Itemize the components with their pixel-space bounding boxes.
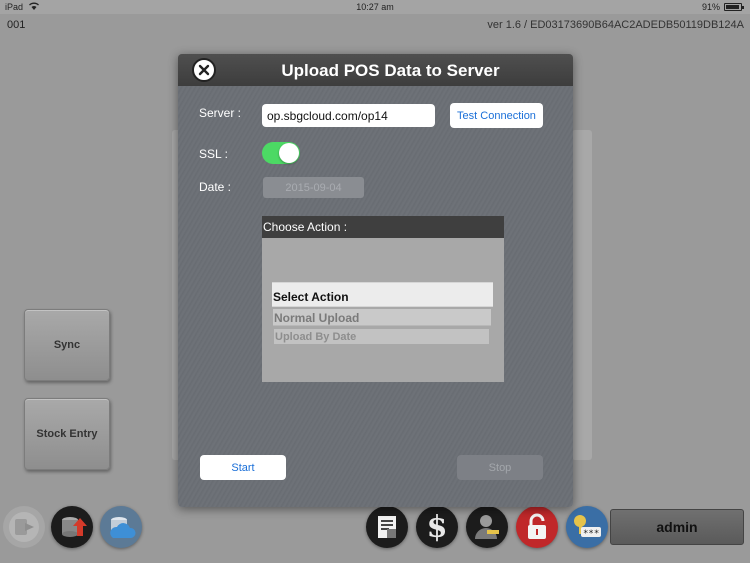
status-bar: iPad 10:27 am 91% bbox=[0, 0, 750, 14]
battery-percent: 91% bbox=[701, 2, 720, 12]
choose-action-label: Choose Action : bbox=[262, 216, 504, 238]
ssl-toggle[interactable] bbox=[262, 142, 300, 164]
picker-option-upload-by-date[interactable]: Upload By Date bbox=[274, 329, 489, 344]
close-icon bbox=[198, 64, 210, 76]
version-info: ver 1.6 / ED03173690B64AC2ADEDB50119DB12… bbox=[487, 19, 744, 31]
clock: 10:27 am bbox=[356, 2, 394, 12]
dollar-icon[interactable]: $ bbox=[416, 506, 458, 548]
test-connection-label: Test Connection bbox=[457, 109, 536, 122]
start-button-label: Start bbox=[231, 461, 255, 474]
upload-pos-data-dialog: Upload POS Data to Server Server : Test … bbox=[178, 54, 573, 507]
dialog-header: Upload POS Data to Server bbox=[178, 54, 573, 86]
sync-button[interactable]: Sync bbox=[24, 309, 110, 381]
date-value: 2015-09-04 bbox=[285, 181, 342, 194]
cloud-database-icon[interactable] bbox=[100, 506, 142, 548]
password-key-icon[interactable]: *** bbox=[566, 506, 608, 548]
stop-button-label: Stop bbox=[488, 461, 512, 474]
background-panel-right bbox=[572, 130, 592, 460]
report-icon[interactable] bbox=[366, 506, 408, 548]
user-name: admin bbox=[656, 519, 698, 535]
dialog-title: Upload POS Data to Server bbox=[281, 61, 500, 80]
stock-entry-button-label: Stock Entry bbox=[36, 428, 98, 440]
ssl-label: SSL : bbox=[199, 147, 228, 161]
user-key-icon[interactable] bbox=[466, 506, 508, 548]
terminal-id: 001 bbox=[7, 19, 26, 31]
stop-button[interactable]: Stop bbox=[457, 455, 543, 480]
picker-option-label: Normal Upload bbox=[274, 311, 360, 325]
svg-text:***: *** bbox=[583, 529, 599, 539]
server-input[interactable] bbox=[262, 104, 435, 127]
close-button[interactable] bbox=[192, 58, 216, 82]
start-button[interactable]: Start bbox=[200, 455, 286, 480]
picker-option-label: Select Action bbox=[273, 290, 349, 304]
picker-option-label: Upload By Date bbox=[275, 331, 357, 343]
picker-option-normal-upload[interactable]: Normal Upload bbox=[273, 309, 491, 326]
logged-in-user: admin bbox=[610, 509, 744, 545]
server-label: Server : bbox=[199, 106, 242, 120]
database-upload-icon[interactable] bbox=[51, 506, 93, 548]
lock-icon[interactable] bbox=[516, 506, 558, 548]
choose-action-panel: Choose Action : Select Action Normal Upl… bbox=[262, 216, 504, 382]
battery-icon bbox=[724, 3, 744, 11]
sync-arrow-icon[interactable] bbox=[3, 506, 45, 548]
picker-option-select-action[interactable]: Select Action bbox=[272, 282, 493, 307]
date-label: Date : bbox=[199, 180, 232, 194]
test-connection-button[interactable]: Test Connection bbox=[450, 103, 543, 128]
stock-entry-button[interactable]: Stock Entry bbox=[24, 398, 110, 470]
toggle-knob bbox=[279, 143, 299, 163]
sync-button-label: Sync bbox=[53, 339, 81, 351]
date-field[interactable]: 2015-09-04 bbox=[263, 177, 364, 198]
